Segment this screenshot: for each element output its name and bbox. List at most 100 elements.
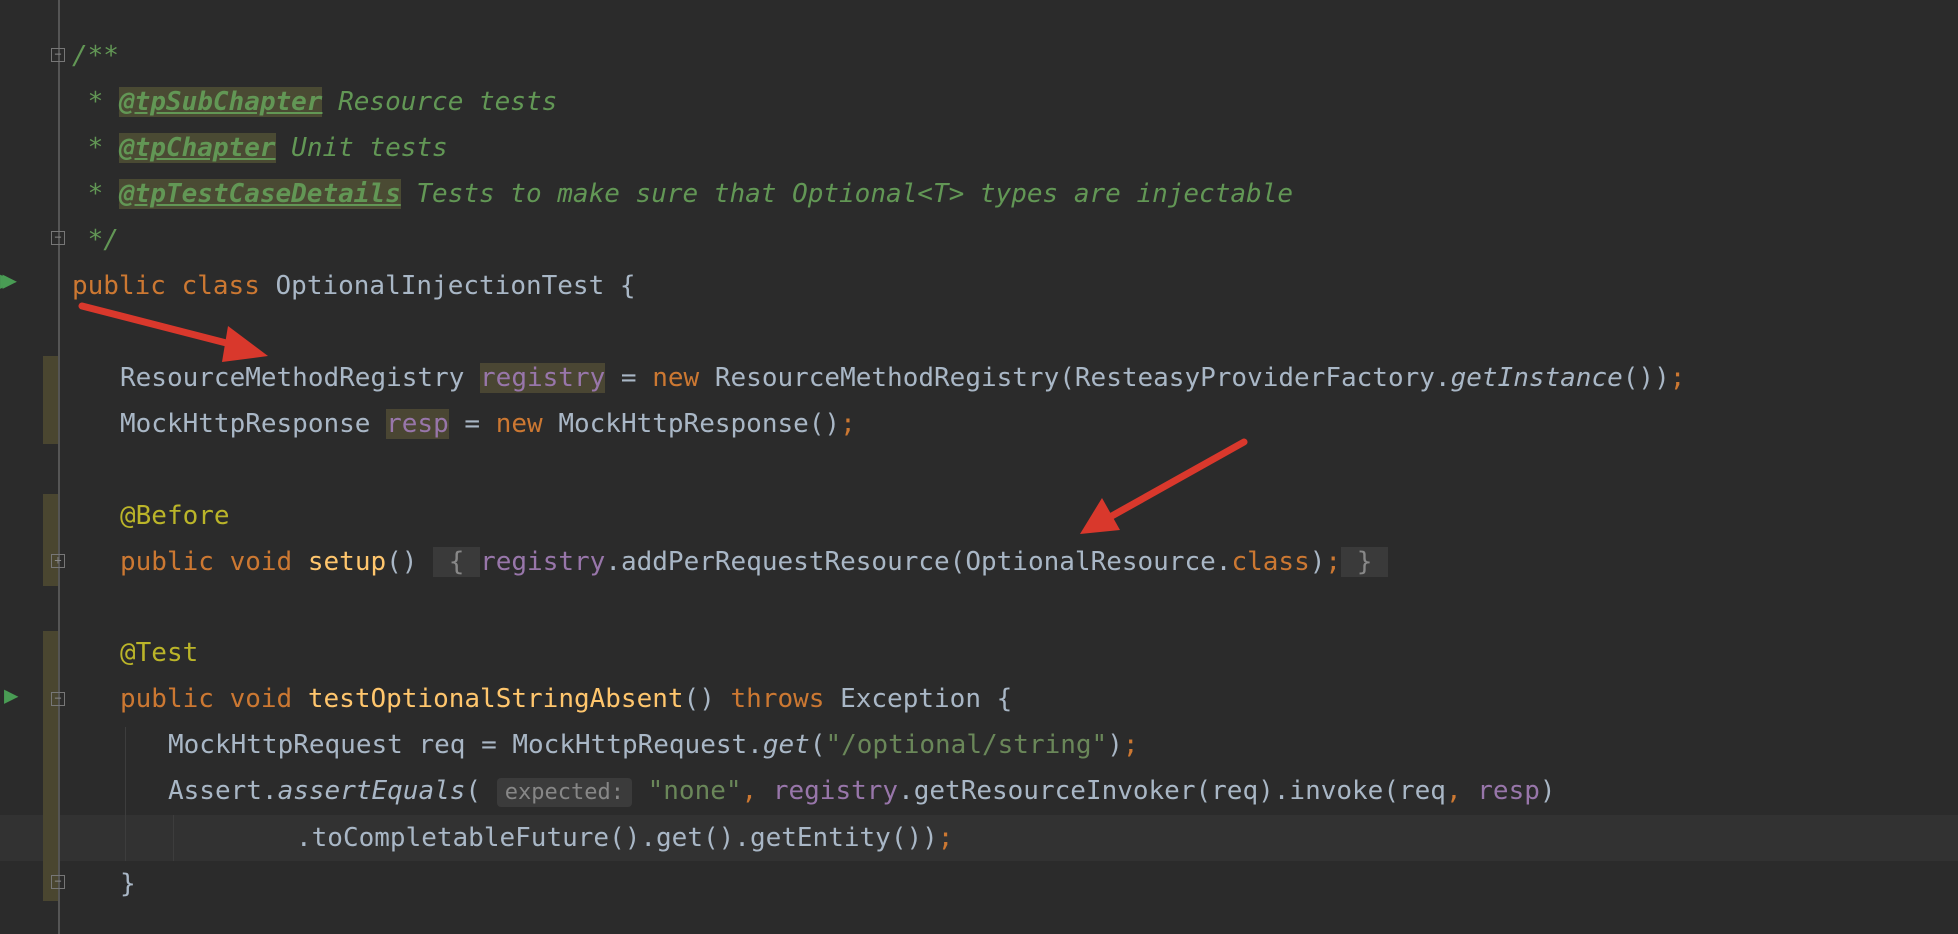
indent-guide <box>173 815 174 861</box>
javadoc-text: Unit tests <box>275 133 448 163</box>
class-ref: Assert. <box>168 776 278 806</box>
statement: MockHttpRequest req = MockHttpRequest. <box>168 730 763 760</box>
comma: , <box>1445 776 1462 806</box>
indent-guide <box>125 727 126 861</box>
javadoc-tag: @tpSubChapter <box>118 87 323 117</box>
fold-collapse-icon[interactable]: − <box>51 48 65 62</box>
brace: { <box>996 684 1013 714</box>
type-name: Exception <box>840 684 981 714</box>
javadoc-open: /** <box>72 41 119 71</box>
brace: } <box>1356 547 1373 577</box>
brace: { <box>619 271 636 301</box>
fold-collapse-icon[interactable]: − <box>51 692 65 706</box>
code-line[interactable]: * @tpTestCaseDetails Tests to make sure … <box>72 171 1293 217</box>
semicolon: ; <box>1669 363 1686 393</box>
code-line[interactable]: MockHttpRequest req = MockHttpRequest.ge… <box>168 722 1139 768</box>
method-call: get <box>762 730 810 760</box>
keyword: public <box>120 684 214 714</box>
javadoc-prefix: * <box>72 133 119 163</box>
field-ref: resp <box>1477 776 1540 806</box>
keyword: void <box>229 547 293 577</box>
parens: () <box>683 684 715 714</box>
code-line[interactable]: } <box>120 861 136 907</box>
parens: () <box>386 547 418 577</box>
brace: } <box>120 869 136 899</box>
code-line[interactable]: * @tpChapter Unit tests <box>72 125 448 171</box>
type-name: ResourceMethodRegistry <box>120 363 465 393</box>
change-marker[interactable] <box>43 494 58 586</box>
parameter-hint: expected: <box>496 778 632 807</box>
method-call: getInstance <box>1450 363 1623 393</box>
change-marker[interactable] <box>43 631 58 901</box>
string-literal: "/optional/string" <box>825 730 1108 760</box>
field-ref: registry <box>480 547 606 577</box>
semicolon: ; <box>1325 547 1342 577</box>
folded-brace[interactable]: } <box>1341 547 1389 577</box>
field-name: resp <box>386 409 449 439</box>
current-line-highlight <box>0 815 1958 861</box>
arrow-icon <box>78 302 268 362</box>
fold-expand-icon[interactable]: + <box>51 554 65 568</box>
folded-brace[interactable]: { <box>433 547 481 577</box>
code-line[interactable]: public void testOptionalStringAbsent() t… <box>120 676 1012 722</box>
string-literal: "none" <box>647 776 742 806</box>
keyword: new <box>652 363 700 393</box>
method-name: testOptionalStringAbsent <box>307 684 684 714</box>
javadoc-tag: @tpTestCaseDetails <box>118 179 401 209</box>
keyword: public <box>72 271 166 301</box>
field-ref: registry <box>772 776 899 806</box>
gutter-divider <box>58 0 60 934</box>
javadoc-text: Tests to make sure that Optional<T> type… <box>400 179 1293 209</box>
comma: , <box>741 776 758 806</box>
field-name: registry <box>480 363 606 393</box>
annotation: @Test <box>120 638 199 668</box>
keyword: class <box>181 271 260 301</box>
arrow-icon <box>1080 438 1248 534</box>
javadoc-prefix: * <box>72 179 119 209</box>
code-line[interactable]: * @tpSubChapter Resource tests <box>72 79 557 125</box>
semicolon: ; <box>840 409 856 439</box>
paren: ) <box>1107 730 1123 760</box>
constructor-call: ResourceMethodRegistry(ResteasyProviderF… <box>714 363 1451 393</box>
method-call: assertEquals <box>277 776 466 806</box>
code-line[interactable]: */ <box>72 217 119 263</box>
run-class-icon[interactable]: ▶▶ <box>0 266 17 294</box>
fold-end-icon[interactable]: − <box>51 231 65 245</box>
code-line[interactable]: MockHttpResponse resp = new MockHttpResp… <box>120 401 856 447</box>
keyword: class <box>1231 547 1310 577</box>
code-line[interactable]: public class OptionalInjectionTest { <box>72 263 636 309</box>
method-name: setup <box>307 547 387 577</box>
paren: ) <box>1539 776 1556 806</box>
constructor-call: MockHttpResponse() <box>558 409 841 439</box>
keyword: new <box>495 409 543 439</box>
annotation: @Before <box>120 501 230 531</box>
code-line[interactable]: Assert.assertEquals( expected: "none", r… <box>168 768 1556 814</box>
change-marker[interactable] <box>43 356 58 444</box>
fold-end-icon[interactable]: − <box>51 875 65 889</box>
type-name: MockHttpResponse <box>120 409 371 439</box>
code-line[interactable]: .toCompletableFuture().get().getEntity()… <box>296 815 953 861</box>
method-call: .getResourceInvoker(req).invoke(req <box>898 776 1446 806</box>
paren: ) <box>1309 547 1326 577</box>
code-line[interactable]: ResourceMethodRegistry registry = new Re… <box>120 355 1685 401</box>
code-line[interactable]: @Before <box>120 493 230 539</box>
run-test-icon[interactable]: ▶ <box>4 681 18 709</box>
brace: { <box>448 547 465 577</box>
class-name: OptionalInjectionTest <box>275 271 605 301</box>
code-line[interactable]: /** <box>72 33 119 79</box>
method-call: .addPerRequestResource(OptionalResource. <box>605 547 1232 577</box>
javadoc-tag: @tpChapter <box>118 133 276 163</box>
paren: ( <box>809 730 826 760</box>
operator: = <box>620 363 637 393</box>
semicolon: ; <box>937 823 954 853</box>
code-line[interactable]: public void setup() { registry.addPerReq… <box>120 539 1389 585</box>
javadoc-prefix: * <box>72 87 119 117</box>
semicolon: ; <box>1122 730 1139 760</box>
paren: ( <box>465 776 482 806</box>
keyword: public <box>120 547 214 577</box>
call-tail: ()) <box>1622 363 1670 393</box>
operator: = <box>464 409 481 439</box>
method-chain: .toCompletableFuture().get().getEntity()… <box>296 823 938 853</box>
javadoc-text: Resource tests <box>322 87 558 117</box>
code-line[interactable]: @Test <box>120 630 198 676</box>
